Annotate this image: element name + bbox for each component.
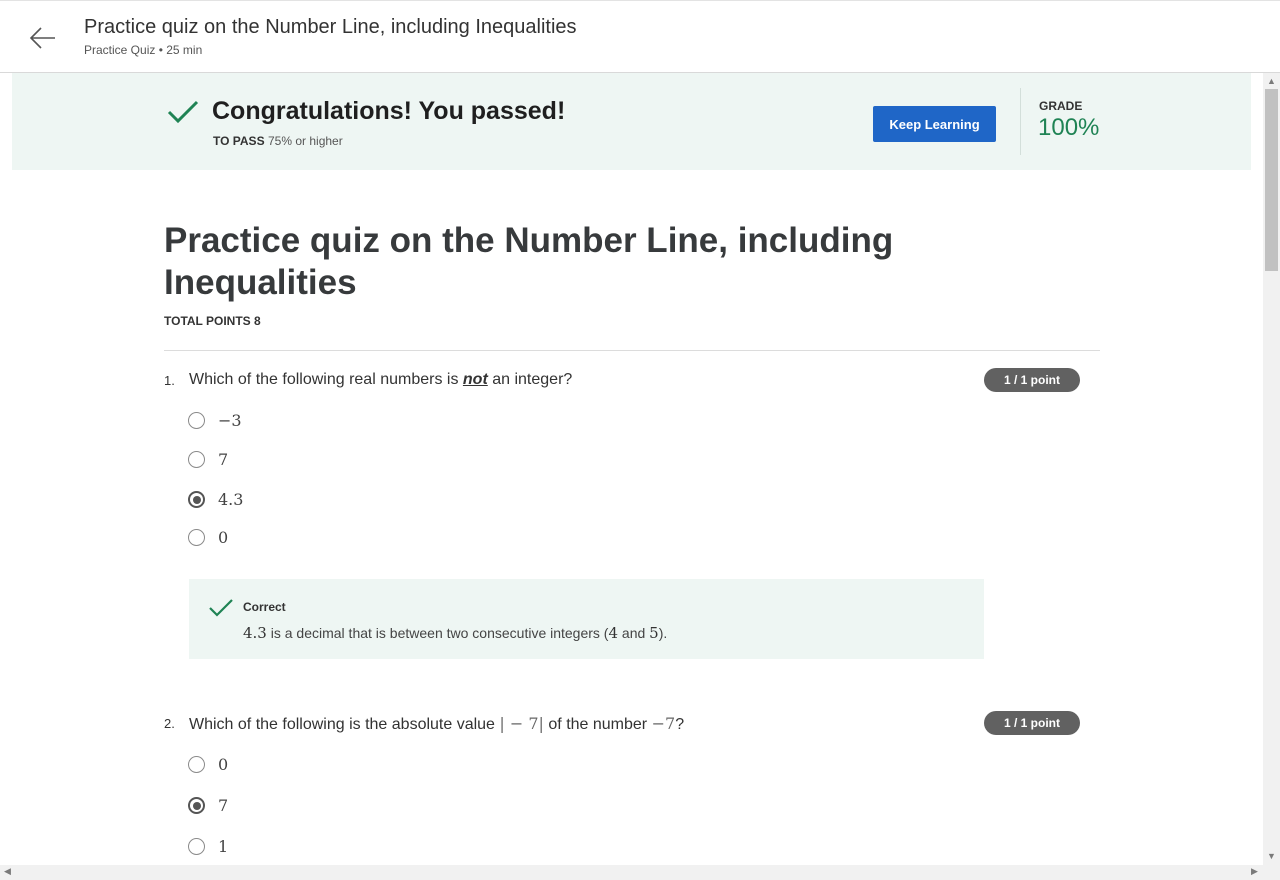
radio-button[interactable] [188, 529, 205, 546]
header-title: Practice quiz on the Number Line, includ… [84, 16, 577, 38]
option-label: 0 [218, 528, 229, 547]
question-text-part: an integer? [492, 371, 573, 388]
top-bar: Practice quiz on the Number Line, includ… [0, 0, 1280, 73]
question-text: Which of the following is the absolute v… [189, 714, 684, 734]
pass-message: Congratulations! You passed! [212, 97, 566, 125]
header-subtitle: Practice Quiz • 25 min [84, 43, 203, 57]
question-number: 2. [164, 716, 175, 731]
scroll-down-icon[interactable]: ▼ [1267, 851, 1276, 861]
scroll-right-icon[interactable]: ▶ [1251, 866, 1258, 877]
question-text-part: of the number [548, 716, 648, 733]
radio-button[interactable] [188, 412, 205, 429]
pass-banner: Congratulations! You passed! TO PASS 75%… [12, 73, 1251, 170]
pass-threshold-value: 75% or higher [268, 134, 343, 148]
radio-button-selected[interactable] [188, 491, 205, 508]
grade-value: 100% [1038, 114, 1100, 141]
grade-label: GRADE [1039, 99, 1083, 113]
pass-threshold-label: TO PASS [213, 134, 265, 148]
back-arrow-icon[interactable] [28, 23, 58, 53]
content-area: Congratulations! You passed! TO PASS 75%… [0, 73, 1263, 865]
feedback-text: is a decimal that is between two consecu… [270, 625, 609, 641]
option-label: 4.3 [218, 490, 244, 509]
answer-feedback: Correct 4.3 is a decimal that is between… [189, 579, 984, 659]
scroll-up-icon[interactable]: ▲ [1267, 76, 1276, 86]
check-icon [209, 598, 233, 618]
check-icon [167, 98, 199, 126]
option-label: 0 [218, 755, 229, 774]
points-badge: 1 / 1 point [984, 711, 1080, 735]
keep-learning-button[interactable]: Keep Learning [873, 106, 996, 142]
feedback-text: and [621, 625, 646, 641]
radio-button[interactable] [188, 451, 205, 468]
feedback-explanation: 4.3 is a decimal that is between two con… [243, 624, 667, 642]
horizontal-scrollbar[interactable]: ◀ ▶ [0, 865, 1280, 880]
option-label: −3 [218, 411, 242, 430]
radio-button[interactable] [188, 756, 205, 773]
question-text-part: ? [675, 716, 685, 733]
radio-button[interactable] [188, 838, 205, 855]
scrollbar-thumb[interactable] [1265, 89, 1278, 271]
feedback-text: ). [658, 625, 668, 641]
vertical-scrollbar[interactable]: ▲ ▼ [1263, 73, 1280, 865]
feedback-status: Correct [243, 600, 286, 614]
math-value: 4 [608, 624, 619, 642]
math-value: 4.3 [243, 624, 267, 642]
option-label: 7 [218, 450, 229, 469]
math-value: 5 [649, 624, 659, 642]
question-text-part: Which of the following is the absolute v… [189, 716, 495, 733]
quiz-title: Practice quiz on the Number Line, includ… [164, 221, 894, 302]
total-points: TOTAL POINTS 8 [164, 314, 261, 328]
radio-button-selected[interactable] [188, 797, 205, 814]
question-text-part: Which of the following real numbers is [189, 371, 459, 388]
divider [164, 350, 1100, 351]
option-label: 7 [218, 796, 229, 815]
question-emphasis: not [462, 371, 488, 388]
divider [1020, 88, 1021, 155]
question-text: Which of the following real numbers is n… [189, 371, 572, 389]
math-expression: −7 [651, 714, 676, 733]
math-expression: | − 7| [499, 714, 544, 733]
scroll-left-icon[interactable]: ◀ [4, 866, 11, 877]
question-number: 1. [164, 373, 175, 388]
option-label: 1 [218, 837, 229, 856]
points-badge: 1 / 1 point [984, 368, 1080, 392]
